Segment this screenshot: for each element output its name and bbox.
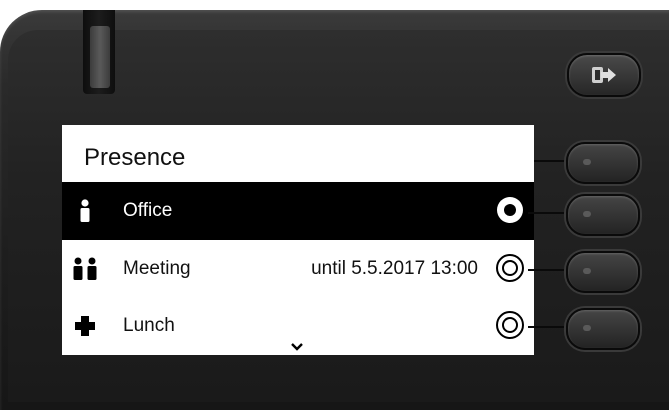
line-key-led — [583, 268, 591, 274]
line-key-connector — [528, 326, 568, 328]
phone-device: Presence Office Meeting until 5.5.2017 1… — [0, 0, 669, 410]
radio-unselected-icon[interactable] — [494, 309, 526, 341]
line-key-1[interactable] — [566, 142, 640, 184]
handset-hook-light — [90, 26, 110, 88]
line-key-2[interactable] — [566, 194, 640, 236]
presence-option-label: Lunch — [123, 315, 175, 336]
scroll-down-chevron-icon — [291, 343, 303, 351]
presence-screen: Presence Office Meeting until 5.5.2017 1… — [62, 125, 534, 355]
line-key-connector — [528, 269, 568, 271]
line-key-led — [583, 159, 591, 165]
presence-option-meeting[interactable]: Meeting until 5.5.2017 13:00 — [62, 240, 534, 298]
line-key-connector — [534, 160, 568, 162]
radio-selected-icon[interactable] — [494, 194, 526, 226]
two-persons-icon — [73, 257, 97, 280]
presence-option-office[interactable]: Office — [62, 182, 534, 240]
line-key-led — [583, 211, 591, 217]
logout-arrow-icon — [592, 67, 616, 83]
single-person-icon — [80, 199, 90, 222]
presence-option-label: Meeting — [123, 258, 191, 279]
cross-icon — [75, 316, 95, 336]
logout-key[interactable] — [567, 53, 641, 97]
line-key-4[interactable] — [566, 308, 640, 350]
line-key-led — [583, 325, 591, 331]
line-key-connector — [528, 212, 568, 214]
screen-title: Presence — [84, 144, 186, 171]
presence-option-until: until 5.5.2017 13:00 — [311, 258, 478, 279]
line-key-3[interactable] — [566, 251, 640, 293]
radio-unselected-icon[interactable] — [494, 252, 526, 284]
presence-option-label: Office — [123, 200, 173, 221]
